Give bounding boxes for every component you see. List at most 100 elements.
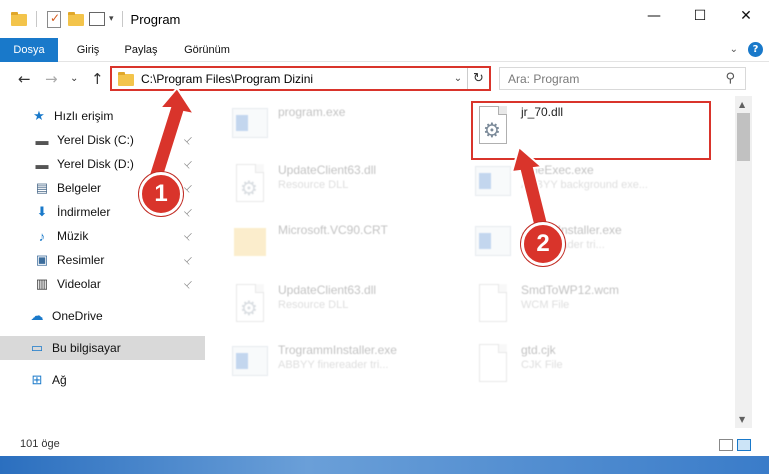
document-icon — [473, 342, 513, 386]
view-options-icon[interactable] — [89, 12, 105, 26]
close-button[interactable]: ✕ — [723, 0, 769, 32]
sidebar-item-label: Videolar — [57, 277, 101, 291]
file-name: program.exe — [278, 105, 346, 119]
search-icon[interactable]: ⚲ — [725, 71, 735, 86]
file-name: gtd.cjk — [521, 343, 556, 357]
details-view-icon[interactable] — [719, 439, 733, 451]
sidebar-item[interactable]: ☁ OneDrive — [0, 304, 205, 328]
chevron-down-icon[interactable]: ⌄ — [449, 73, 467, 84]
file-item[interactable]: ⚙ UpdateClient63.dll Resource DLL — [230, 282, 376, 326]
exe-file-icon — [230, 104, 270, 148]
help-icon[interactable]: ? — [748, 42, 763, 57]
ribbon-tabs: Dosya Giriş Paylaş Görünüm ⌄ ? — [0, 38, 769, 62]
file-item[interactable]: gtd.cjk CJK File — [473, 342, 563, 386]
tab-file[interactable]: Dosya — [0, 38, 58, 62]
pin-icon: ⊥ — [181, 205, 196, 219]
properties-icon[interactable] — [47, 10, 61, 28]
file-text: gtd.cjk CJK File — [521, 342, 563, 372]
tab-home[interactable]: Giriş — [66, 38, 110, 62]
file-item[interactable]: Microsoft.VC90.CRT — [230, 222, 388, 266]
up-arrow-icon[interactable]: ↑ — [91, 70, 104, 88]
refresh-icon[interactable]: ↻ — [467, 68, 489, 89]
sidebar-item-label: Hızlı erişim — [54, 109, 114, 123]
download-icon: ⬇ — [36, 204, 48, 219]
sidebar-item-label: Bu bilgisayar — [52, 341, 121, 355]
star-icon: ★ — [33, 108, 45, 123]
pin-icon: ⊥ — [181, 253, 196, 267]
file-item[interactable]: ⚙ UpdateClient63.dll Resource DLL — [230, 162, 376, 206]
sidebar-item-label: Resimler — [57, 253, 105, 267]
drive-icon: ▬ — [35, 132, 49, 148]
sidebar-item[interactable]: ♪ Müzik ⊥ — [0, 224, 205, 248]
address-bar[interactable]: C:\Program Files\Program Dizini ⌄ ↻ — [110, 66, 491, 91]
chevron-down-icon[interactable]: ▾ — [109, 14, 114, 24]
search-input[interactable]: Ara: Program ⚲ — [499, 67, 746, 90]
new-folder-icon[interactable] — [67, 10, 85, 28]
file-name: SmdToWP12.wcm — [521, 283, 620, 297]
folder-icon — [117, 70, 135, 88]
toolbar-divider — [121, 11, 123, 27]
folder-icon — [230, 222, 270, 266]
sidebar-item[interactable]: ▬ Yerel Disk (C:) ⊥ — [0, 128, 205, 152]
sidebar-item-label: Ağ — [52, 373, 67, 387]
file-item[interactable]: SmdToWP12.wcm WCM File — [473, 282, 619, 326]
sidebar-item-label: Belgeler — [57, 181, 102, 195]
title-bar: ▾ Program — ☐ ✕ — [0, 0, 769, 38]
minimize-button[interactable]: — — [631, 0, 677, 32]
sidebar-item-label: Yerel Disk (C:) — [57, 133, 134, 147]
sidebar-item[interactable]: ★ Hızlı erişim — [0, 104, 205, 128]
back-arrow-icon[interactable]: ← — [18, 70, 31, 88]
file-text: TrogrammInstaller.exe ABBYY finereader tr… — [278, 342, 397, 372]
sidebar-item[interactable]: ▣ Resimler ⊥ — [0, 248, 205, 272]
sidebar-item[interactable]: ▥ Videolar ⊥ — [0, 272, 205, 296]
ribbon-expand-icon[interactable]: ⌄ — [730, 44, 738, 55]
file-name: UpdateClient63.dll — [278, 283, 377, 297]
step-2-badge: 2 — [521, 222, 565, 266]
sidebar-item[interactable]: ⊞ Ağ — [0, 368, 205, 392]
scroll-down-icon[interactable]: ▼ — [739, 415, 745, 424]
scroll-up-icon[interactable]: ▲ — [739, 100, 745, 109]
file-text: program.exe — [278, 104, 345, 120]
pin-icon: ⊥ — [181, 133, 196, 147]
dll-file-icon: ⚙ — [230, 162, 270, 206]
sidebar-item-label: İndirmeler — [57, 205, 111, 219]
scrollbar-thumb[interactable] — [737, 113, 750, 161]
tab-view[interactable]: Görünüm — [176, 38, 238, 62]
cloud-icon: ☁ — [30, 308, 44, 323]
file-item[interactable]: ...neExec.exe ABBYY background exe... — [473, 162, 648, 206]
recent-locations-icon[interactable]: ⌄ — [70, 73, 78, 84]
dll-file-icon: ⚙ — [230, 282, 270, 326]
tab-share[interactable]: Paylaş — [116, 38, 166, 62]
item-count: 101 öge — [20, 438, 60, 450]
exe-file-icon — [230, 342, 270, 386]
file-item[interactable]: TrogrammInstaller.exe ABBYY finereader tr… — [230, 342, 397, 386]
exe-file-icon — [473, 162, 513, 206]
folder-icon[interactable] — [10, 10, 28, 28]
file-description: Resource DLL — [278, 299, 349, 311]
sidebar-item[interactable]: ▭ Bu bilgisayar — [0, 336, 205, 360]
large-icons-view-icon[interactable] — [737, 439, 751, 451]
forward-arrow-icon[interactable]: → — [45, 70, 58, 88]
quick-access-toolbar: ▾ Program — [10, 10, 180, 28]
file-item[interactable]: program.exe — [230, 104, 345, 148]
drive-icon: ▬ — [35, 156, 49, 172]
highlight-box — [471, 101, 711, 160]
music-icon: ♪ — [38, 228, 46, 244]
video-icon: ▥ — [35, 276, 49, 291]
sidebar-item-label: Yerel Disk (D:) — [57, 157, 134, 171]
file-description: ABBYY finereader tri... — [278, 359, 389, 371]
maximize-button[interactable]: ☐ — [677, 0, 723, 32]
pin-icon: ⊥ — [181, 157, 196, 171]
sidebar-item-label: OneDrive — [52, 309, 103, 323]
pictures-icon: ▣ — [35, 252, 49, 267]
documents-icon: ▤ — [35, 180, 49, 195]
address-path[interactable]: C:\Program Files\Program Dizini — [141, 72, 449, 86]
exe-file-icon — [473, 222, 513, 266]
pin-icon: ⊥ — [181, 229, 196, 243]
vertical-scrollbar[interactable]: ▲ ▼ — [735, 96, 752, 428]
toolbar-divider — [36, 11, 37, 27]
sidebar-item[interactable]: ▬ Yerel Disk (D:) ⊥ — [0, 152, 205, 176]
ribbon-right-controls: ⌄ ? — [730, 42, 763, 57]
file-description: WCM File — [521, 299, 570, 311]
pin-icon: ⊥ — [181, 181, 196, 195]
